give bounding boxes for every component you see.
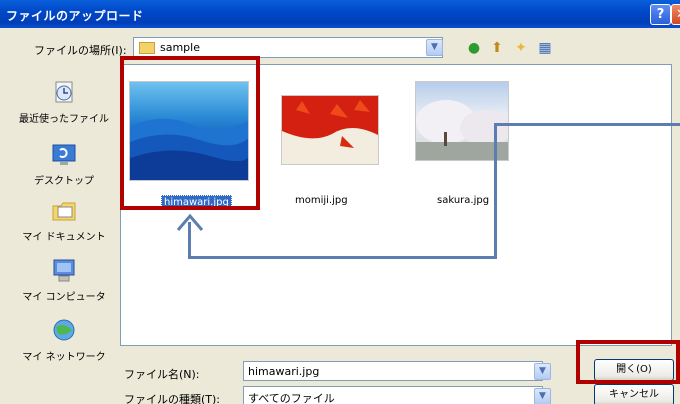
place-my-network-label: マイ ネットワーク: [22, 352, 106, 363]
filename-dropdown-button[interactable]: ▼: [534, 363, 551, 380]
filename-label: ファイル名(N):: [124, 368, 200, 381]
view-menu-icon[interactable]: ▦: [536, 39, 554, 57]
filename-input[interactable]: himawari.jpg: [243, 361, 543, 381]
lookin-value: sample: [160, 41, 200, 54]
file-item[interactable]: momiji.jpg: [281, 95, 379, 206]
window-title: ファイルのアップロード: [6, 9, 144, 23]
place-desktop-label: デスクトップ: [34, 176, 94, 187]
close-button[interactable]: ✕: [671, 4, 680, 25]
places-bar: 最近使ったファイル デスクトップ マイ ドキュメント マイ コンピュータ マイ …: [8, 66, 120, 396]
folder-icon: [139, 42, 155, 54]
place-my-computer-label: マイ コンピュータ: [22, 292, 106, 303]
arrow-head-icon: [176, 213, 204, 231]
highlight-box-open-button: [576, 340, 680, 384]
filename-value: himawari.jpg: [248, 365, 320, 378]
filetype-select[interactable]: すべてのファイル: [243, 386, 543, 404]
place-desktop[interactable]: デスクトップ: [8, 142, 120, 187]
lookin-combo[interactable]: sample: [133, 37, 443, 58]
file-thumbnail: [281, 95, 379, 165]
file-name: momiji.jpg: [295, 195, 348, 206]
filetype-label: ファイルの種類(T):: [124, 393, 221, 404]
back-icon[interactable]: ●: [465, 39, 483, 57]
lookin-dropdown-button[interactable]: ▼: [426, 39, 443, 56]
filetype-value: すべてのファイル: [248, 392, 335, 404]
file-name: sakura.jpg: [437, 195, 490, 206]
recent-documents-icon: [55, 81, 73, 103]
help-button[interactable]: ?: [650, 4, 671, 25]
lookin-label: ファイルの場所(I):: [34, 44, 127, 57]
highlight-box-thumbnail: [120, 56, 260, 210]
place-my-documents-label: マイ ドキュメント: [22, 232, 106, 243]
cancel-button[interactable]: キャンセル: [594, 384, 674, 404]
filetype-dropdown-button[interactable]: ▼: [534, 388, 551, 404]
title-bar: ファイルのアップロード ? ✕: [0, 0, 680, 28]
my-computer-icon: [53, 259, 75, 282]
desktop-icon: [52, 144, 76, 165]
place-recent-label: 最近使ったファイル: [19, 114, 109, 125]
place-my-network[interactable]: マイ ネットワーク: [8, 318, 120, 363]
new-folder-icon[interactable]: ✦: [512, 39, 530, 57]
up-folder-icon[interactable]: ⬆: [488, 39, 506, 57]
place-my-documents[interactable]: マイ ドキュメント: [8, 198, 120, 243]
place-my-computer[interactable]: マイ コンピュータ: [8, 258, 120, 303]
arrow-segment: [188, 256, 497, 259]
place-recent[interactable]: 最近使ったファイル: [8, 80, 120, 125]
my-documents-icon: [52, 202, 76, 221]
my-network-icon: [53, 319, 75, 341]
arrow-segment: [496, 123, 680, 126]
arrow-segment: [494, 123, 497, 258]
